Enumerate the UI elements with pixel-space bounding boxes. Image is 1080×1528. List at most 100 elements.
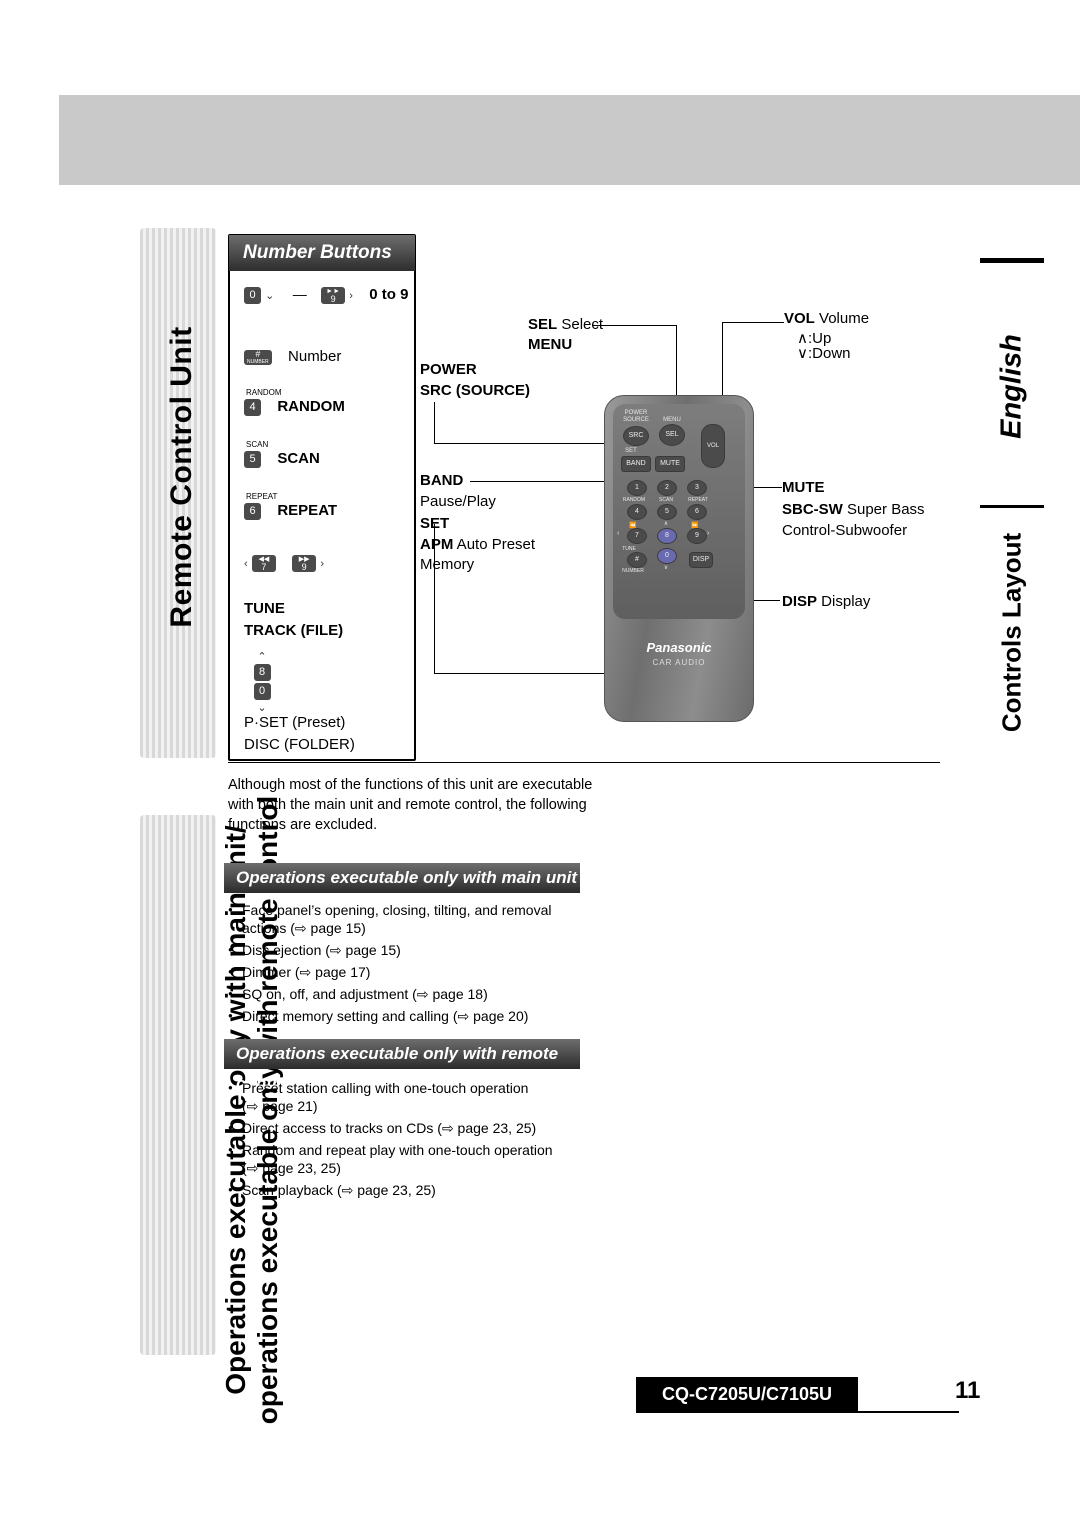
footer-model-badge: CQ-C7205U/C7105U: [636, 1377, 858, 1411]
page-number: 11: [955, 1377, 981, 1404]
leader-set-h: [434, 673, 614, 674]
sidebar-tab-remote-label: Remote Control Unit: [165, 326, 198, 628]
remote-icon-left: ‹: [617, 530, 620, 537]
callout-disp: DISP Display: [782, 592, 870, 612]
leader-set-v: [434, 524, 435, 674]
list-item-cont: (⇨ page 23, 25): [242, 1160, 341, 1176]
callout-apm-rest: Auto Preset: [453, 536, 536, 553]
mini-scan: SCAN: [246, 440, 269, 449]
callout-band: BAND: [420, 472, 464, 489]
remote-button-src[interactable]: SRC: [623, 426, 649, 446]
callout-vol-down: ∨:Down: [797, 345, 851, 362]
label-repeat: REPEAT: [277, 502, 338, 519]
remote-label-set: SET: [625, 448, 637, 454]
list-item: Disc ejection (⇨ page 15): [228, 940, 628, 960]
key-8: 8: [253, 664, 271, 681]
callout-vol-rest: Volume: [814, 310, 870, 327]
remote-button-2[interactable]: 2: [657, 480, 677, 496]
section-main-unit-list: Face panel’s opening, closing, tilting, …: [228, 900, 628, 1028]
number-row-hash: # NUMBER Number: [244, 348, 341, 365]
list-item-cont: (⇨ page 21): [242, 1098, 318, 1114]
section-remote-list: Preset station calling with one-touch op…: [228, 1078, 628, 1202]
remote-button-vol[interactable]: VOL: [701, 424, 725, 468]
number-range-row: 0 ⌄ — ►► 9 › 0 to 9: [244, 286, 408, 304]
number-buttons-panel: Number Buttons 0 ⌄ — ►► 9 › 0 to 9 # NUM…: [228, 234, 416, 761]
leader-power-v: [434, 402, 435, 444]
remote-icon-right: ›: [707, 530, 710, 537]
list-item: Random and repeat play with one-touch op…: [228, 1140, 628, 1160]
callout-sbcsw-bold: SBC-SW: [782, 501, 843, 518]
remote-button-0[interactable]: 0: [657, 548, 677, 564]
callout-apm: APM Auto Preset: [420, 535, 535, 555]
sidebar-tab-remote-control-unit: Remote Control Unit: [140, 228, 216, 758]
key-hash: # NUMBER: [244, 349, 272, 365]
remote-label-source: SOURCE: [623, 417, 649, 423]
remote-label-scan: SCAN: [659, 497, 673, 503]
list-item: Direct memory setting and calling (⇨ pag…: [228, 1006, 628, 1026]
remote-label-random: RANDOM: [622, 497, 646, 503]
callout-sel-bold: SEL: [528, 316, 558, 333]
remote-icon-down: ∨: [663, 565, 669, 571]
tab-english-rule: [980, 258, 1044, 263]
caret-right-9: ›: [349, 290, 353, 302]
callout-apm-bold: APM: [420, 536, 454, 553]
key-0b: 0: [253, 683, 271, 700]
key-6: 6: [244, 502, 261, 520]
remote-button-sel[interactable]: SEL: [659, 424, 685, 446]
callout-disp-rest: Display: [817, 593, 871, 610]
label-scan: SCAN: [277, 450, 320, 467]
remote-button-5[interactable]: 5: [657, 504, 677, 520]
remote-button-1[interactable]: 1: [627, 480, 647, 496]
callout-mute: MUTE: [782, 479, 825, 496]
remote-brand-sub: CAR AUDIO: [652, 658, 706, 667]
callout-disp-bold: DISP: [782, 593, 818, 610]
remote-button-disp[interactable]: DISP: [689, 552, 713, 568]
list-item: Face panel’s opening, closing, tilting, …: [228, 900, 628, 920]
remote-button-mute[interactable]: MUTE: [655, 456, 685, 472]
remote-button-7[interactable]: 7: [627, 528, 647, 544]
remote-button-3[interactable]: 3: [687, 480, 707, 496]
list-item: SQ on, off, and adjustment (⇨ page 18): [228, 984, 628, 1004]
label-disc-folder: DISC (FOLDER): [244, 736, 355, 753]
footer-rule: [636, 1411, 959, 1413]
list-item: Direct access to tracks on CDs (⇨ page 2…: [228, 1118, 628, 1138]
remote-button-6[interactable]: 6: [687, 504, 707, 520]
sidebar-tab-operations: [140, 815, 216, 1355]
section-remote-title: Operations executable only with remote c…: [224, 1039, 580, 1093]
caret-down-0b: ⌄: [257, 702, 267, 714]
remote-button-band[interactable]: BAND: [621, 456, 651, 472]
dash-symbol: —: [292, 286, 307, 302]
remote-button-8[interactable]: 8: [657, 528, 677, 544]
remote-control-illustration: POWER SOURCE MENU SRC SEL VOL SET BAND M…: [604, 395, 754, 722]
key-7: ◀◀ 7: [251, 554, 276, 572]
callout-apm-sub: Memory: [420, 556, 475, 573]
tab-english: English: [980, 258, 1044, 488]
number-row-random: RANDOM 4 RANDOM: [244, 388, 345, 416]
number-buttons-title: Number Buttons: [229, 235, 415, 271]
label-random: RANDOM: [277, 398, 345, 415]
key-5: 5: [244, 450, 261, 468]
tab-controls-label: Controls Layout: [996, 532, 1027, 733]
number-row-repeat: REPEAT 6 REPEAT: [244, 492, 338, 520]
list-item-cont: actions (⇨ page 15): [242, 920, 366, 936]
callout-vol: VOL Volume: [784, 309, 869, 329]
remote-brand: Panasonic: [646, 640, 712, 655]
number-row-scan: SCAN 5 SCAN: [244, 440, 320, 468]
mini-repeat: REPEAT: [246, 492, 278, 501]
label-track-file: TRACK (FILE): [244, 622, 344, 639]
remote-label-number: NUMBER: [622, 568, 644, 574]
key-9b: ▶▶ 9: [292, 554, 317, 572]
remote-label-repeat: REPEAT: [688, 497, 708, 503]
remote-button-9[interactable]: 9: [687, 528, 707, 544]
callout-power: POWER: [420, 361, 477, 378]
tab-controls-rule: [980, 505, 1044, 508]
label-preset: P·SET (Preset): [244, 714, 346, 731]
list-item: Preset station calling with one-touch op…: [228, 1078, 628, 1098]
section-divider: [228, 762, 940, 763]
remote-icon-up: ∧: [663, 521, 669, 527]
remote-button-hash[interactable]: #: [627, 552, 647, 568]
caret-down-0: ⌄: [265, 290, 275, 302]
remote-button-4[interactable]: 4: [627, 504, 647, 520]
label-number: Number: [288, 348, 342, 365]
callout-sbcsw: SBC-SW Super Bass: [782, 500, 925, 520]
